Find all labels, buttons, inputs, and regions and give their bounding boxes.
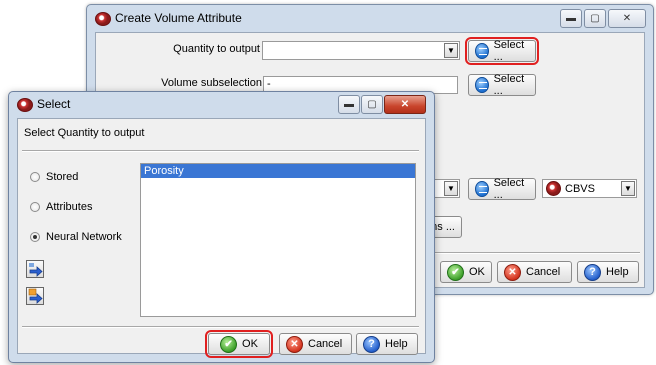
check-icon: ✔ <box>220 335 238 353</box>
list-item[interactable]: Porosity <box>141 164 415 178</box>
cbvs-icon <box>546 181 561 196</box>
question-icon: ? <box>363 335 380 353</box>
front-window-title: Select <box>37 97 71 111</box>
front-titlebar[interactable]: Select ▬ ▢ ✕ <box>9 92 434 116</box>
arrow-right-icon <box>28 288 43 304</box>
format-combo[interactable]: CBVS ▼ <box>542 179 637 198</box>
radio-neural-button[interactable] <box>30 232 40 242</box>
maximize-icon[interactable]: ▢ <box>584 9 606 28</box>
cancel-label: Cancel <box>526 266 561 278</box>
output-select-button[interactable]: Select ... <box>468 177 536 201</box>
select-button-label: Select ... <box>493 73 525 97</box>
minimize-icon[interactable]: ▬ <box>338 95 360 114</box>
chevron-down-icon[interactable]: ▼ <box>444 43 458 58</box>
app-icon <box>17 98 33 112</box>
quantity-select-button[interactable]: Select ... <box>465 37 539 65</box>
select-dialog: Select ▬ ▢ ✕ Select Quantity to output S… <box>8 91 435 363</box>
back-titlebar[interactable]: Create Volume Attribute ▬ ▢ ✕ <box>87 5 653 31</box>
select-button-label: Select ... <box>493 39 525 63</box>
bottom-separator <box>22 326 419 328</box>
import-tool-icon[interactable] <box>26 287 44 305</box>
radio-attributes-label: Attributes <box>46 201 93 213</box>
app-icon <box>95 12 111 26</box>
back-ok-button[interactable]: ✔ OK <box>440 261 492 283</box>
database-icon <box>475 43 489 59</box>
close-icon[interactable]: ✕ <box>384 95 426 114</box>
quantity-list[interactable]: Porosity <box>140 163 416 317</box>
radio-stored[interactable]: Stored <box>30 171 78 183</box>
x-icon: ✕ <box>286 335 303 353</box>
quantity-combo[interactable]: ▼ <box>262 41 460 60</box>
help-label: Help <box>385 338 408 350</box>
front-client-area: Select Quantity to output Stored Attribu… <box>17 118 426 358</box>
database-icon <box>475 77 489 93</box>
select-button-label: Select ... <box>493 177 525 201</box>
neural-network-tool-icon[interactable] <box>26 260 44 278</box>
arrow-right-icon <box>29 263 43 277</box>
subselection-label: Volume subselection <box>161 77 262 89</box>
radio-attributes[interactable]: Attributes <box>30 201 92 213</box>
ok-label: OK <box>242 338 258 350</box>
cancel-label: Cancel <box>308 338 343 350</box>
question-icon: ? <box>584 263 601 281</box>
heading-separator <box>22 150 419 152</box>
database-icon <box>475 181 489 197</box>
front-ok-button[interactable]: ✔ OK <box>205 330 273 358</box>
dialog-heading: Select Quantity to output <box>24 127 145 139</box>
front-cancel-button[interactable]: ✕ Cancel <box>279 333 352 355</box>
x-icon: ✕ <box>504 263 521 281</box>
front-help-button[interactable]: ? Help <box>356 333 418 355</box>
help-label: Help <box>606 266 629 278</box>
radio-stored-button[interactable] <box>30 172 40 182</box>
back-cancel-button[interactable]: ✕ Cancel <box>497 261 572 283</box>
quantity-label: Quantity to output <box>173 43 260 55</box>
radio-stored-label: Stored <box>46 171 79 183</box>
maximize-icon[interactable]: ▢ <box>361 95 383 114</box>
minimize-icon[interactable]: ▬ <box>560 9 582 28</box>
format-value: CBVS <box>565 182 595 195</box>
close-icon[interactable]: ✕ <box>608 9 646 28</box>
chevron-down-icon[interactable]: ▼ <box>621 181 635 196</box>
radio-neural-network[interactable]: Neural Network <box>30 231 122 243</box>
back-separator <box>426 252 640 254</box>
back-window-title: Create Volume Attribute <box>115 11 242 25</box>
subselection-select-button[interactable]: Select ... <box>468 73 536 97</box>
check-icon: ✔ <box>447 263 464 281</box>
ok-label: OK <box>469 266 485 278</box>
radio-attributes-button[interactable] <box>30 202 40 212</box>
chevron-down-icon[interactable]: ▼ <box>444 181 458 196</box>
back-help-button[interactable]: ? Help <box>577 261 639 283</box>
radio-neural-label: Neural Network <box>46 231 122 243</box>
